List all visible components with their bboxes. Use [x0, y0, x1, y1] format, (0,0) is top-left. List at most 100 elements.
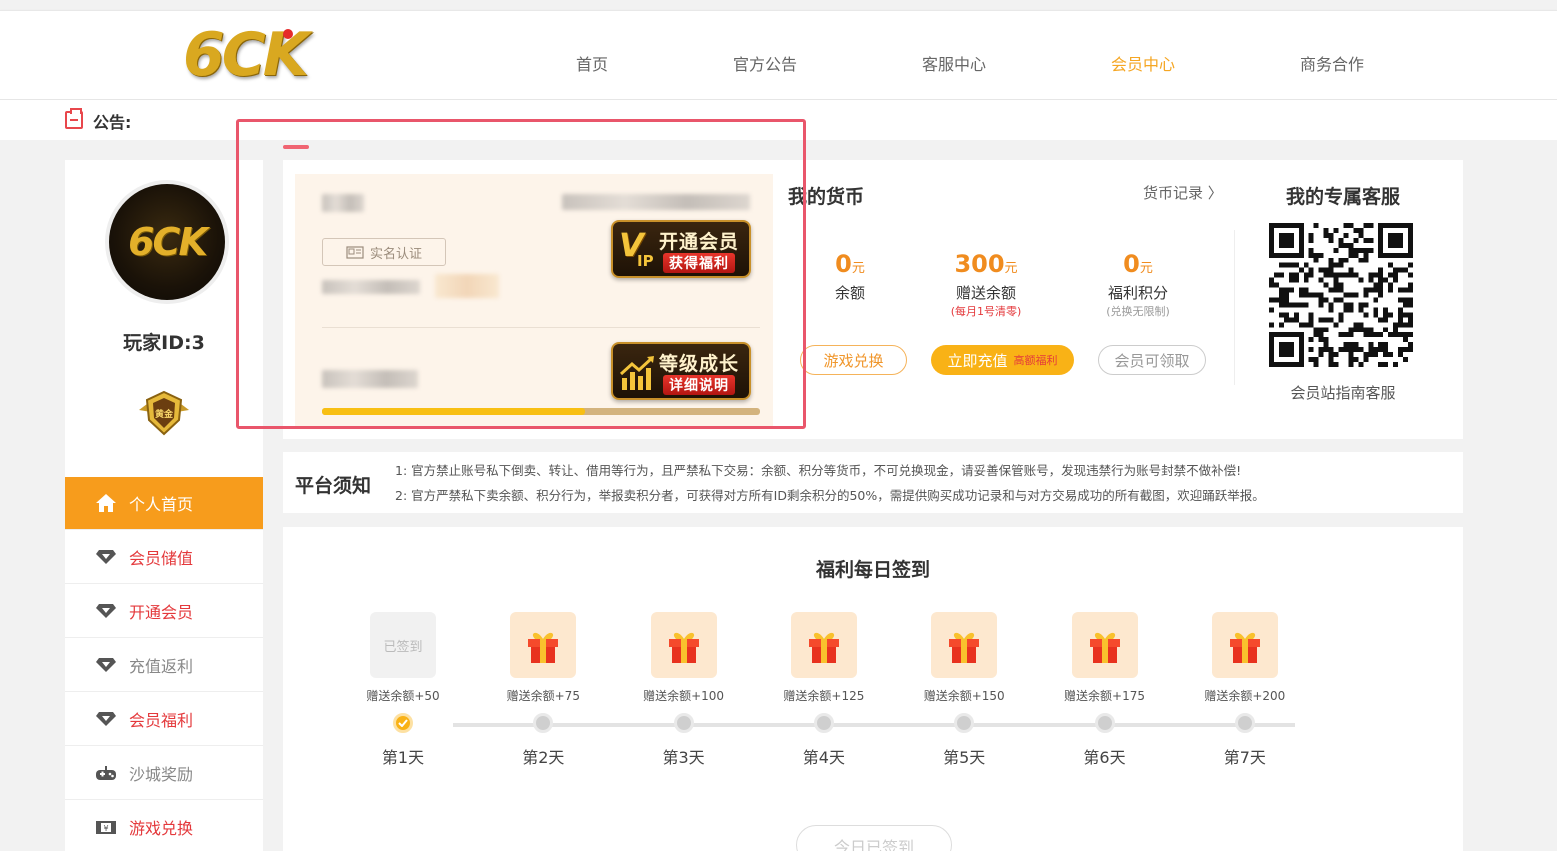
home-icon [95, 494, 117, 512]
service-label: 会员站指南客服 [1290, 384, 1396, 402]
day-reward: 赠送余额+100 [643, 689, 725, 703]
bonus-balance-amount: 300元 [954, 250, 1018, 278]
nav-customer-service[interactable]: 客服中心 [922, 51, 986, 75]
avatar[interactable]: 6CK [105, 180, 229, 304]
timeline-node [954, 713, 975, 733]
welfare-points-note: (兑换无限制) [1106, 305, 1170, 318]
currency-record-label: 货币记录 [1143, 184, 1204, 202]
platform-notice-line-2: 2: 官方严禁私下卖余额、积分行为，举报卖积分者，可获得对方所有ID剩余积分的5… [395, 488, 1265, 503]
sidebar-item-label: 个人首页 [129, 495, 194, 514]
vip-subtitle: 获得福利 [663, 253, 735, 273]
game-exchange-button[interactable]: 游戏兑换 [800, 345, 907, 375]
sidebar-item-open-membership[interactable]: 开通会员 [65, 584, 263, 638]
vertical-divider [1234, 230, 1235, 385]
platform-notice-panel: 平台须知 1: 官方禁止账号私下倒卖、转让、借用等行为，且严禁私下交易：余额、积… [283, 452, 1463, 513]
bonus-balance-note: (每月1号清零) [950, 305, 1022, 318]
checkin-day[interactable]: 赠送余额+100 [634, 612, 734, 704]
gold-rank-badge-icon: 黄金 [139, 390, 189, 436]
welfare-points-label: 福利积分 [1107, 284, 1168, 302]
vip-sub: IP [637, 252, 654, 270]
nav-announcements[interactable]: 官方公告 [733, 51, 797, 75]
ticket-icon: ¥ [95, 818, 117, 836]
blurred-username [322, 194, 364, 212]
sidebar-item-member-deposit[interactable]: 会员储值 [65, 530, 263, 584]
sidebar-item-label: 沙城奖励 [129, 764, 194, 784]
sidebar-item-recharge-rebate[interactable]: 充值返利 [65, 638, 263, 692]
checkin-day[interactable]: 赠送余额+175 [1055, 612, 1155, 704]
gift-icon [510, 612, 577, 678]
bonus-balance-column: 300元 赠送余额 (每月1号清零) [916, 250, 1056, 319]
announcement-label: 公告: [93, 113, 132, 132]
check-icon [393, 713, 413, 733]
level-progress-bar [322, 408, 760, 415]
vip-title: 开通会员 [659, 231, 740, 253]
day-label: 第3天 [662, 748, 705, 767]
platform-notice-title: 平台须知 [295, 475, 372, 497]
open-vip-button[interactable]: V IP 开通会员 获得福利 [611, 220, 751, 278]
logo-dot [283, 29, 293, 39]
today-signed-button[interactable]: 今日已签到 [796, 825, 952, 851]
card-divider [322, 327, 760, 328]
gift-icon [931, 612, 998, 678]
timeline-node [1094, 713, 1115, 733]
currency-record-link[interactable]: 货币记录 〉 [1143, 182, 1223, 203]
checkin-day[interactable]: 赠送余额+150 [914, 612, 1014, 704]
diamond-icon [95, 548, 117, 566]
day-reward: 赠送余额+50 [366, 689, 440, 703]
member-claim-button[interactable]: 会员可领取 [1098, 345, 1206, 375]
chevron-right-icon: 〉 [1207, 184, 1223, 202]
balance-column: 0元 余额 [780, 250, 920, 303]
day-reward: 赠送余额+150 [923, 689, 1005, 703]
sidebar-item-personal-home[interactable]: 个人首页 [65, 477, 263, 530]
level-subtitle: 详细说明 [663, 375, 735, 395]
nav-member-center[interactable]: 会员中心 [1111, 51, 1175, 75]
checkin-day[interactable]: 赠送余额+75 [493, 612, 593, 704]
day-label: 第4天 [802, 748, 845, 767]
member-overview-panel: 实名认证 V IP 开通会员 获得福利 等级成长 详细说明 我的货币 货币记录 … [283, 160, 1463, 439]
sidebar-item-label: 会员储值 [129, 548, 194, 568]
service-title: 我的专属客服 [1285, 186, 1400, 208]
realname-verify-button[interactable]: 实名认证 [322, 238, 446, 266]
checkin-day[interactable]: 已签到赠送余额+50 [353, 612, 453, 704]
user-info-card: 实名认证 V IP 开通会员 获得福利 等级成长 详细说明 [295, 174, 773, 429]
svg-text:¥: ¥ [103, 824, 108, 833]
checkin-day[interactable]: 赠送余额+125 [774, 612, 874, 704]
sidebar-item-game-exchange[interactable]: ¥ 游戏兑换 [65, 800, 263, 851]
today-signed-label: 今日已签到 [833, 838, 914, 851]
nav-home[interactable]: 首页 [576, 51, 608, 75]
balance-amount: 0元 [835, 250, 865, 278]
level-title: 等级成长 [659, 353, 740, 375]
site-logo[interactable]: 6CK [183, 25, 309, 85]
signed-box: 已签到 [370, 612, 436, 678]
level-growth-button[interactable]: 等级成长 详细说明 [611, 342, 751, 400]
day-reward: 赠送余额+175 [1064, 689, 1145, 703]
day-label: 第1天 [381, 748, 425, 767]
checkin-day[interactable]: 赠送余额+200 [1195, 612, 1295, 704]
sidebar-item-castle-rewards[interactable]: 沙城奖励 [65, 746, 263, 800]
day-label: 第7天 [1223, 748, 1266, 767]
realname-label: 实名认证 [369, 246, 422, 262]
recharge-label: 立即充值 [947, 351, 1008, 370]
nav-business[interactable]: 商务合作 [1300, 51, 1364, 75]
sidebar-item-member-benefits[interactable]: 会员福利 [65, 692, 263, 746]
welfare-points-column: 0元 福利积分 (兑换无限制) [1068, 250, 1208, 319]
diamond-icon [95, 602, 117, 620]
gift-icon [1211, 612, 1278, 678]
recharge-button[interactable]: 立即充值 高额福利 [931, 345, 1074, 375]
qr-code-icon [1269, 223, 1413, 367]
rank-badge-text: 黄金 [155, 408, 174, 420]
day-label: 第5天 [943, 748, 986, 767]
currency-title: 我的货币 [788, 186, 865, 208]
day-reward: 赠送余额+75 [506, 689, 580, 703]
day-reward: 赠送余额+200 [1204, 689, 1286, 703]
sidebar-item-label: 开通会员 [129, 602, 194, 622]
sidebar-item-label: 充值返利 [129, 656, 194, 676]
recharge-tag: 高额福利 [1013, 354, 1058, 367]
sidebar-item-label: 会员福利 [129, 710, 194, 730]
sidebar-menu: 个人首页 会员储值 开通会员 充值返利 会员福利 沙城奖励 ¥ 游戏兑换 [65, 477, 263, 851]
active-tab-indicator [283, 145, 309, 149]
id-card-icon [346, 245, 364, 259]
level-progress-fill [322, 408, 585, 415]
player-id: 玩家ID:3 [123, 332, 205, 354]
left-sidebar: 6CK 玩家ID:3 黄金 个人首页 会员储值 开通会员 充值返利 会员福利 沙… [65, 160, 263, 851]
